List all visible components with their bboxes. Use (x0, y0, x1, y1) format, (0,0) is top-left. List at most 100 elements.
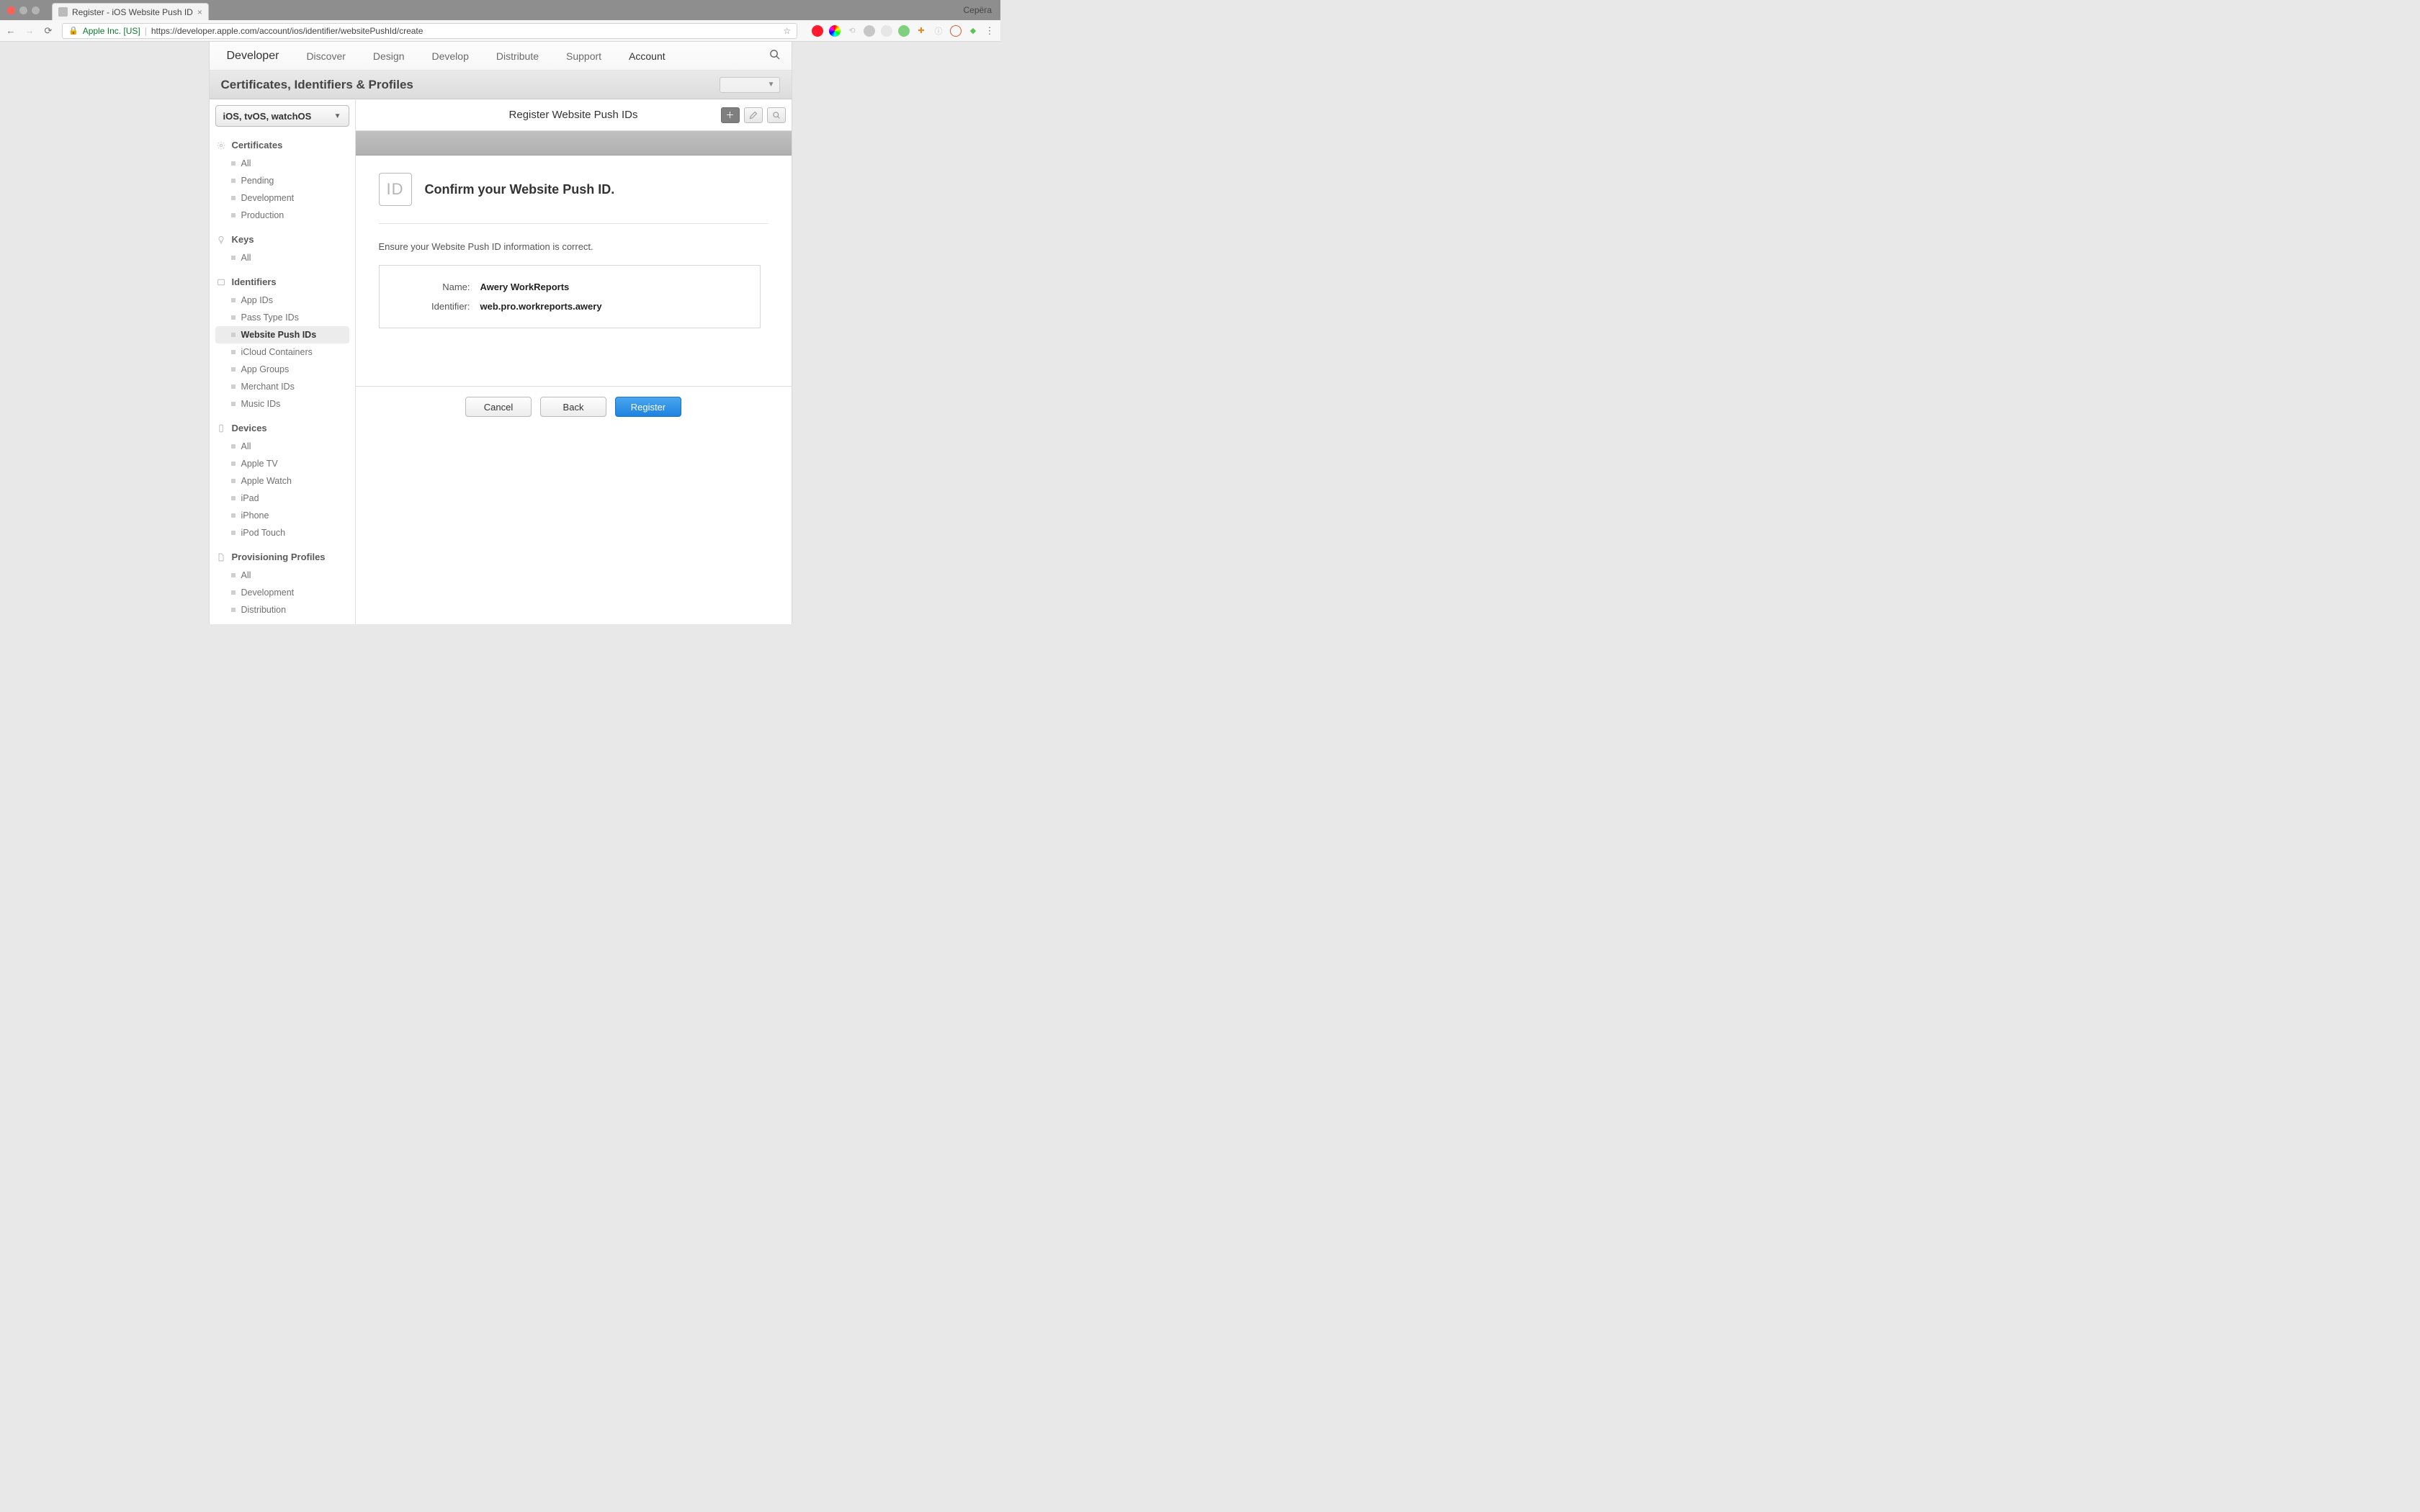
bullet-icon (231, 444, 236, 449)
edit-button[interactable] (744, 107, 763, 123)
sidebar-section-identifiers[interactable]: Identifiers (215, 274, 349, 292)
evernote-icon[interactable] (898, 25, 910, 37)
url-text: https://developer.apple.com/account/ios/… (151, 26, 424, 36)
sidebar-item-all[interactable]: All (215, 438, 349, 455)
sidebar-item-label: Development (241, 193, 295, 203)
sidebar-item-icloud-containers[interactable]: iCloud Containers (215, 343, 349, 361)
nav-distribute[interactable]: Distribute (496, 50, 539, 62)
extension-icon-6[interactable] (950, 25, 962, 37)
nav-search-icon[interactable] (769, 49, 780, 63)
tab-close-icon[interactable]: × (197, 7, 202, 17)
sidebar-item-label: All (241, 570, 251, 580)
name-value: Awery WorkReports (480, 282, 570, 292)
identifier-label: Identifier: (394, 301, 480, 312)
id-badge-icon: ID (379, 173, 412, 206)
sidebar-item-iphone[interactable]: iPhone (215, 507, 349, 524)
sidebar-item-app-groups[interactable]: App Groups (215, 361, 349, 378)
sidebar-item-label: Development (241, 588, 295, 598)
sidebar-item-apple-tv[interactable]: Apple TV (215, 455, 349, 472)
color-picker-icon[interactable] (829, 25, 841, 37)
nav-develop[interactable]: Develop (432, 50, 469, 62)
sidebar-item-all[interactable]: All (215, 155, 349, 172)
extension-icon-7[interactable]: ◆ (967, 25, 979, 37)
bullet-icon (231, 513, 236, 518)
sidebar-item-label: App IDs (241, 295, 273, 305)
info-row-name: Name: Awery WorkReports (394, 282, 745, 292)
back-button[interactable]: Back (540, 397, 606, 417)
sidebar-section-title: Certificates (232, 140, 283, 150)
sidebar-item-all[interactable]: All (215, 567, 349, 584)
main-title: Register Website Push IDs (509, 109, 638, 121)
sidebar-section-provisioning-profiles[interactable]: Provisioning Profiles (215, 549, 349, 567)
sidebar-item-development[interactable]: Development (215, 189, 349, 207)
sidebar-item-website-push-ids[interactable]: Website Push IDs (215, 326, 349, 343)
extension-icon-4[interactable]: ✚ (915, 25, 927, 37)
team-selector[interactable]: ▼ (720, 77, 780, 93)
bullet-icon (231, 462, 236, 466)
platform-selector[interactable]: iOS, tvOS, watchOS ▼ (215, 105, 349, 127)
sidebar-item-ipod-touch[interactable]: iPod Touch (215, 524, 349, 541)
section-title: Certificates, Identifiers & Profiles (221, 78, 413, 92)
extension-icon-2[interactable] (864, 25, 875, 37)
bullet-icon (231, 196, 236, 200)
sidebar-item-distribution[interactable]: Distribution (215, 601, 349, 618)
sidebar-section-devices[interactable]: Devices (215, 420, 349, 438)
sidebar-item-label: Distribution (241, 605, 287, 615)
sidebar-item-label: Production (241, 210, 284, 220)
forward-icon: → (24, 26, 35, 36)
sidebar-section-certificates[interactable]: Certificates (215, 137, 349, 155)
page-viewport: Developer Discover Design Develop Distri… (0, 42, 1000, 624)
main-header: Register Website Push IDs ＋ (356, 99, 792, 131)
opera-icon[interactable] (812, 25, 823, 37)
sidebar-item-label: Apple TV (241, 459, 278, 469)
bullet-icon (231, 608, 236, 612)
info-box: Name: Awery WorkReports Identifier: web.… (379, 265, 761, 328)
sidebar-item-label: Pass Type IDs (241, 312, 299, 323)
tool-search-button[interactable] (767, 107, 786, 123)
sidebar-section-keys[interactable]: Keys (215, 231, 349, 249)
add-button[interactable]: ＋ (721, 107, 740, 123)
bullet-icon (231, 531, 236, 535)
bullet-icon (231, 350, 236, 354)
nav-support[interactable]: Support (566, 50, 601, 62)
bullet-icon (231, 179, 236, 183)
traffic-zoom[interactable] (32, 6, 40, 14)
nav-account[interactable]: Account (629, 50, 666, 62)
sidebar-item-music-ids[interactable]: Music IDs (215, 395, 349, 413)
back-icon[interactable]: ← (6, 26, 16, 36)
phone-icon (217, 423, 226, 433)
nav-design[interactable]: Design (373, 50, 405, 62)
register-button[interactable]: Register (615, 397, 681, 417)
sidebar-item-pass-type-ids[interactable]: Pass Type IDs (215, 309, 349, 326)
menu-icon[interactable]: ⋮ (985, 26, 995, 36)
sidebar-item-label: All (241, 158, 251, 168)
browser-tab[interactable]: Register - iOS Website Push ID × (52, 3, 209, 20)
reload-icon[interactable]: ⟳ (43, 26, 53, 36)
bullet-icon (231, 496, 236, 500)
traffic-minimize[interactable] (19, 6, 27, 14)
lock-icon: 🔒 (68, 26, 79, 35)
traffic-close[interactable] (7, 6, 15, 14)
sidebar-item-app-ids[interactable]: App IDs (215, 292, 349, 309)
brand-label: Developer (227, 50, 279, 63)
cancel-button[interactable]: Cancel (465, 397, 532, 417)
sidebar-item-production[interactable]: Production (215, 207, 349, 224)
sidebar-section-title: Provisioning Profiles (232, 552, 326, 562)
sidebar-item-development[interactable]: Development (215, 584, 349, 601)
address-bar[interactable]: 🔒 Apple Inc. [US] | https://developer.ap… (62, 23, 797, 39)
sidebar-item-merchant-ids[interactable]: Merchant IDs (215, 378, 349, 395)
brand[interactable]: Developer (221, 50, 279, 63)
sidebar-item-apple-watch[interactable]: Apple Watch (215, 472, 349, 490)
extension-icon-3[interactable] (881, 25, 892, 37)
sidebar-item-pending[interactable]: Pending (215, 172, 349, 189)
sidebar-item-all[interactable]: All (215, 249, 349, 266)
profile-name[interactable]: Серёга (964, 5, 992, 15)
sidebar-item-ipad[interactable]: iPad (215, 490, 349, 507)
nav-discover[interactable]: Discover (306, 50, 345, 62)
bullet-icon (231, 367, 236, 372)
bookmark-star-icon[interactable]: ☆ (783, 26, 791, 36)
extension-icon-1[interactable]: ⟲ (846, 25, 858, 37)
extension-icon-5[interactable]: ⓘ (933, 25, 944, 37)
bullet-icon (231, 256, 236, 260)
window-titlebar: Register - iOS Website Push ID × Серёга (0, 0, 1000, 20)
